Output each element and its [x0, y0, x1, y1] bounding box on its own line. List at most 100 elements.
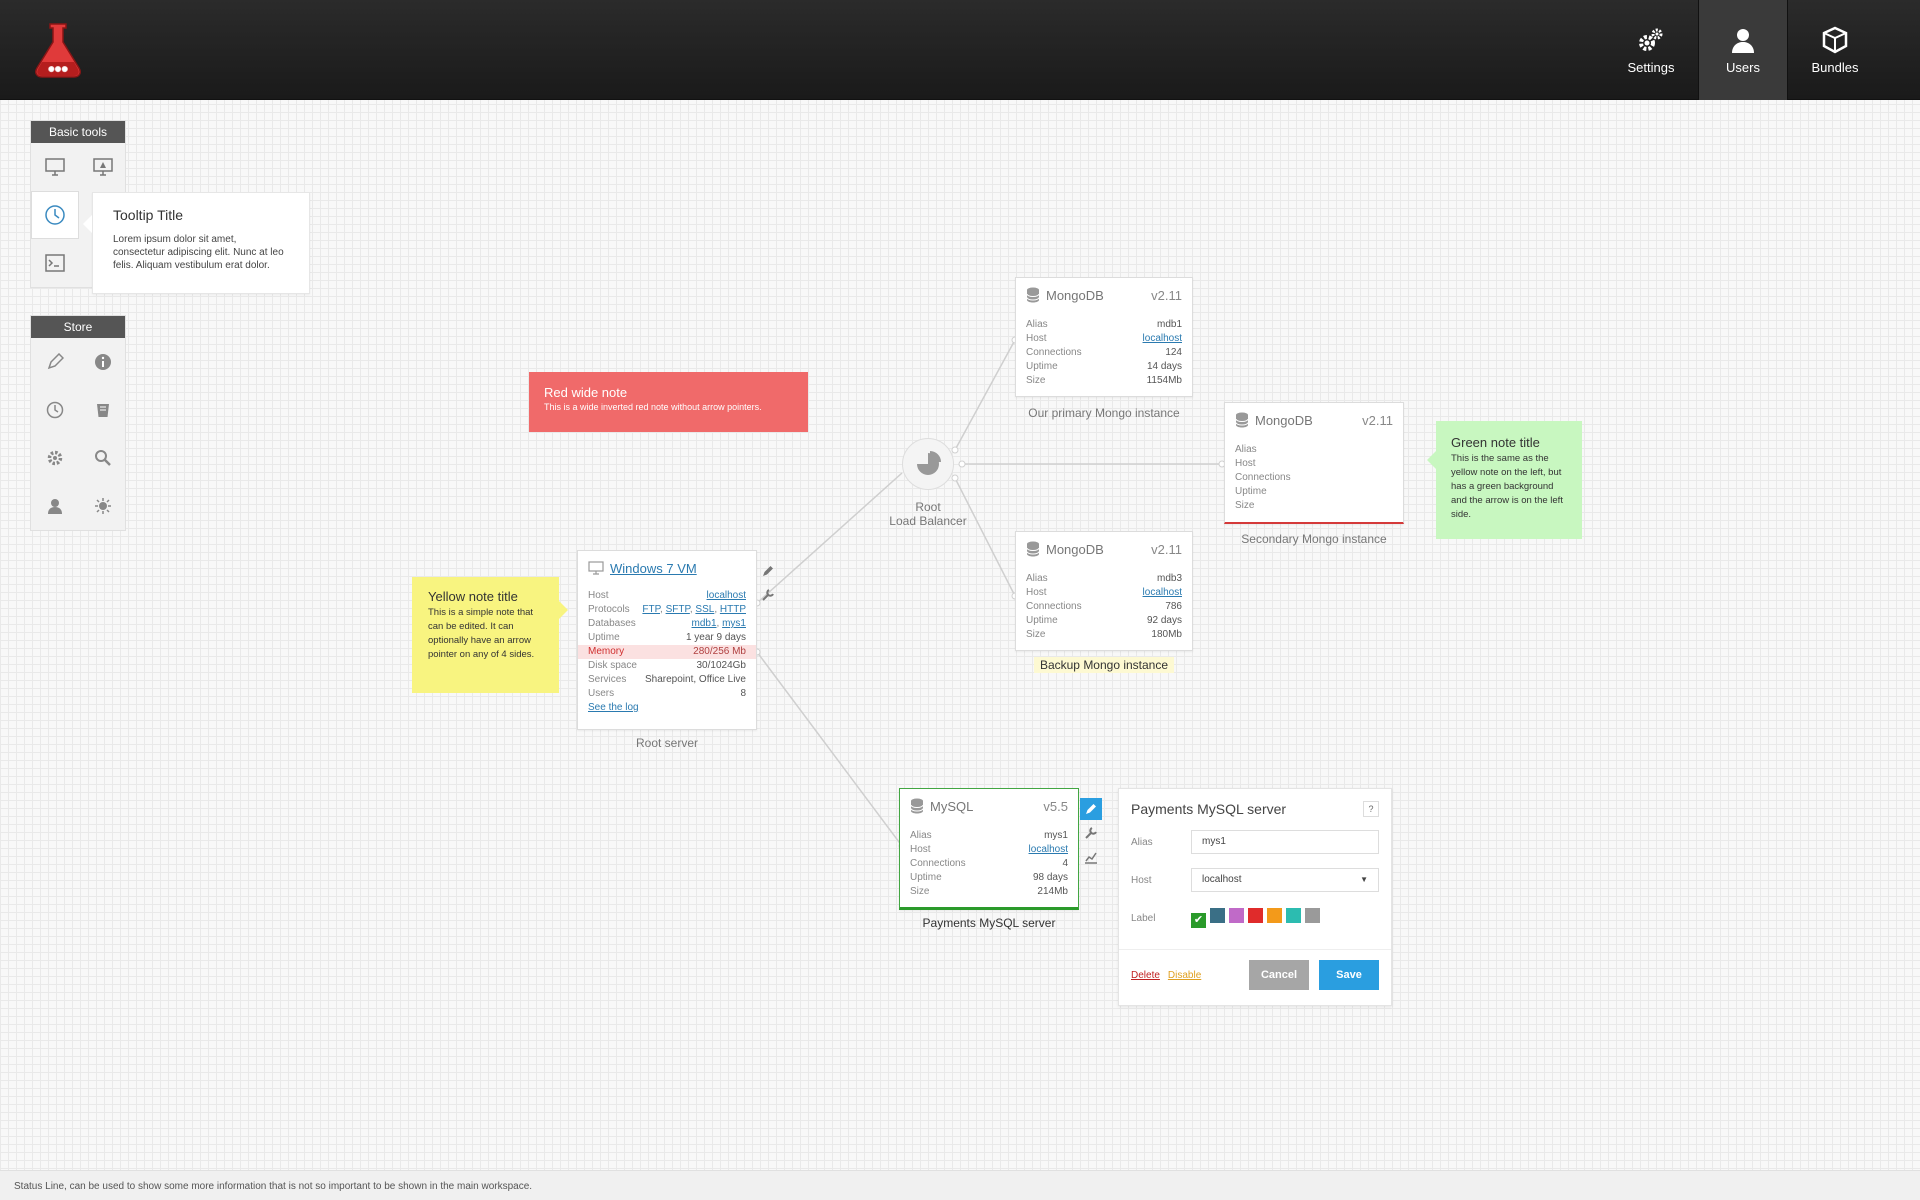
store-pencil[interactable]	[31, 338, 79, 386]
database-mys1-link[interactable]: mys1	[722, 618, 746, 629]
clock-icon	[46, 401, 64, 419]
vm-databases-label: Databases	[588, 618, 636, 629]
mongo-backup-host-link[interactable]: localhost	[1143, 586, 1182, 600]
nav-settings[interactable]: Settings	[1606, 0, 1696, 100]
database-mdb1-link[interactable]: mdb1	[692, 618, 717, 629]
store-gear[interactable]	[31, 434, 79, 482]
label-color-swatch[interactable]	[1286, 908, 1301, 923]
load-balancer-line2: Load Balancer	[889, 514, 967, 528]
mysql-host-link[interactable]: localhost	[1029, 843, 1068, 857]
save-button[interactable]: Save	[1319, 960, 1379, 990]
nav-bundles-label: Bundles	[1811, 60, 1859, 75]
alias-label: Alias	[1026, 573, 1048, 584]
vm-uptime-value: 1 year 9 days	[685, 632, 746, 643]
protocol-ssl-link[interactable]: SSL	[695, 604, 714, 615]
label-color-swatch[interactable]: ✔	[1191, 913, 1206, 928]
terminal-tool[interactable]	[31, 239, 79, 287]
store-clock[interactable]	[31, 386, 79, 434]
mysql-title: MySQL	[930, 798, 974, 814]
vm-disk-label: Disk space	[588, 660, 637, 671]
user-icon	[48, 499, 62, 514]
mysql-actions	[1080, 798, 1102, 870]
cancel-button[interactable]: Cancel	[1249, 960, 1309, 990]
vm-tools-button[interactable]	[757, 584, 779, 606]
label-color-swatch[interactable]	[1229, 908, 1244, 923]
monitor-icon	[588, 561, 604, 575]
database-icon	[910, 798, 924, 814]
database-icon	[1235, 412, 1249, 428]
yellow-note[interactable]: Yellow note title This is a simple note …	[412, 577, 568, 693]
size-label: Size	[1026, 375, 1046, 386]
connections-label: Connections	[1235, 472, 1291, 483]
logo-flask-icon[interactable]: ✺✺✺	[34, 22, 82, 78]
label-color-swatch[interactable]	[1210, 908, 1225, 923]
mysql-card[interactable]: MySQL v5.5 Alias mys1 Host localhost Conne…	[899, 788, 1079, 910]
nav-bundles[interactable]: Bundles	[1790, 0, 1880, 100]
mysql-edit-button[interactable]	[1080, 798, 1102, 820]
label-color-swatch[interactable]	[1248, 908, 1263, 923]
pencil-icon	[47, 353, 64, 370]
protocol-http-link[interactable]: HTTP	[720, 604, 746, 615]
mysql-tools-button[interactable]	[1080, 822, 1102, 844]
store-user[interactable]	[31, 482, 79, 530]
mongo-secondary-card[interactable]: MongoDB v2.11 Alias Host Connections Upt…	[1224, 402, 1404, 524]
vm-services-label: Services	[588, 674, 627, 685]
store-search[interactable]	[79, 434, 127, 482]
clock-tool[interactable]	[31, 191, 79, 239]
mongo-primary-card[interactable]: MongoDB v2.11 Alias mdb1 Host localhost Co…	[1015, 277, 1193, 397]
mysql-stats-button[interactable]	[1080, 846, 1102, 868]
vm-caption: Root server	[635, 736, 699, 750]
load-balancer-label: Root Load Balancer	[878, 500, 978, 528]
protocol-sftp-link[interactable]: SFTP	[666, 604, 690, 615]
mongo-backup-card[interactable]: MongoDB v2.11 Alias mdb3 Host localhost Co…	[1015, 531, 1193, 651]
mysql-version: v5.5	[1043, 798, 1068, 814]
store-trash[interactable]	[79, 386, 127, 434]
tooltip-title: Tooltip Title	[113, 207, 184, 223]
pie-chart-icon	[917, 451, 941, 475]
vm-disk-value: 30/1024Gb	[696, 660, 747, 671]
load-balancer-line1: Root	[915, 500, 941, 514]
vm-memory-value: 280/256 Mb	[693, 646, 746, 657]
delete-link[interactable]: Delete	[1131, 970, 1160, 981]
mongo-primary-alias: mdb1	[1156, 319, 1182, 330]
nav-users[interactable]: Users	[1698, 0, 1788, 100]
size-label: Size	[910, 886, 930, 897]
connections-label: Connections	[910, 858, 966, 869]
load-balancer-node[interactable]	[902, 438, 954, 490]
alias-label: Alias	[1026, 319, 1048, 330]
store-info[interactable]	[79, 338, 127, 386]
alias-label: Alias	[910, 830, 932, 841]
red-note[interactable]: Red wide note This is a wide inverted re…	[529, 372, 808, 432]
mongo-primary-connections: 124	[1165, 347, 1182, 358]
monitor-tool[interactable]	[31, 143, 79, 191]
vm-card[interactable]: Windows 7 VM Host localhost Protocols FTP…	[577, 550, 757, 730]
label-color-swatch[interactable]	[1305, 908, 1320, 923]
host-select-value: localhost	[1202, 874, 1242, 885]
gear-icon	[47, 450, 63, 466]
alias-input[interactable]: mys1	[1191, 830, 1379, 854]
vm-edit-button[interactable]	[757, 560, 779, 582]
disable-link[interactable]: Disable	[1168, 970, 1201, 981]
see-log-link[interactable]: See the log	[588, 701, 639, 715]
database-icon	[1026, 541, 1040, 557]
pencil-icon	[1086, 804, 1096, 814]
help-button[interactable]: ?	[1363, 801, 1379, 817]
protocol-ftp-link[interactable]: FTP	[642, 604, 660, 615]
yellow-note-title: Yellow note title	[428, 589, 518, 604]
trash-icon	[97, 404, 109, 417]
monitor-icon	[45, 158, 65, 176]
green-note[interactable]: Green note title This is the same as the…	[1427, 421, 1582, 539]
yellow-note-body: This is a simple note that can be edited…	[428, 607, 535, 660]
label-color-swatch[interactable]	[1267, 908, 1282, 923]
host-select[interactable]: localhost ▼	[1191, 868, 1379, 892]
mongo-backup-caption[interactable]: Backup Mongo instance	[1034, 657, 1174, 673]
wrench-icon	[762, 589, 774, 601]
monitor-warning-tool[interactable]	[79, 143, 127, 191]
vm-title-link[interactable]: Windows 7 VM	[610, 561, 697, 576]
vm-host-link[interactable]: localhost	[707, 589, 746, 603]
store-sun[interactable]	[79, 482, 127, 530]
mysql-size: 214Mb	[1037, 886, 1068, 897]
vm-uptime-label: Uptime	[588, 632, 620, 643]
mongo-primary-host-link[interactable]: localhost	[1143, 332, 1182, 346]
chart-icon	[1085, 852, 1097, 864]
